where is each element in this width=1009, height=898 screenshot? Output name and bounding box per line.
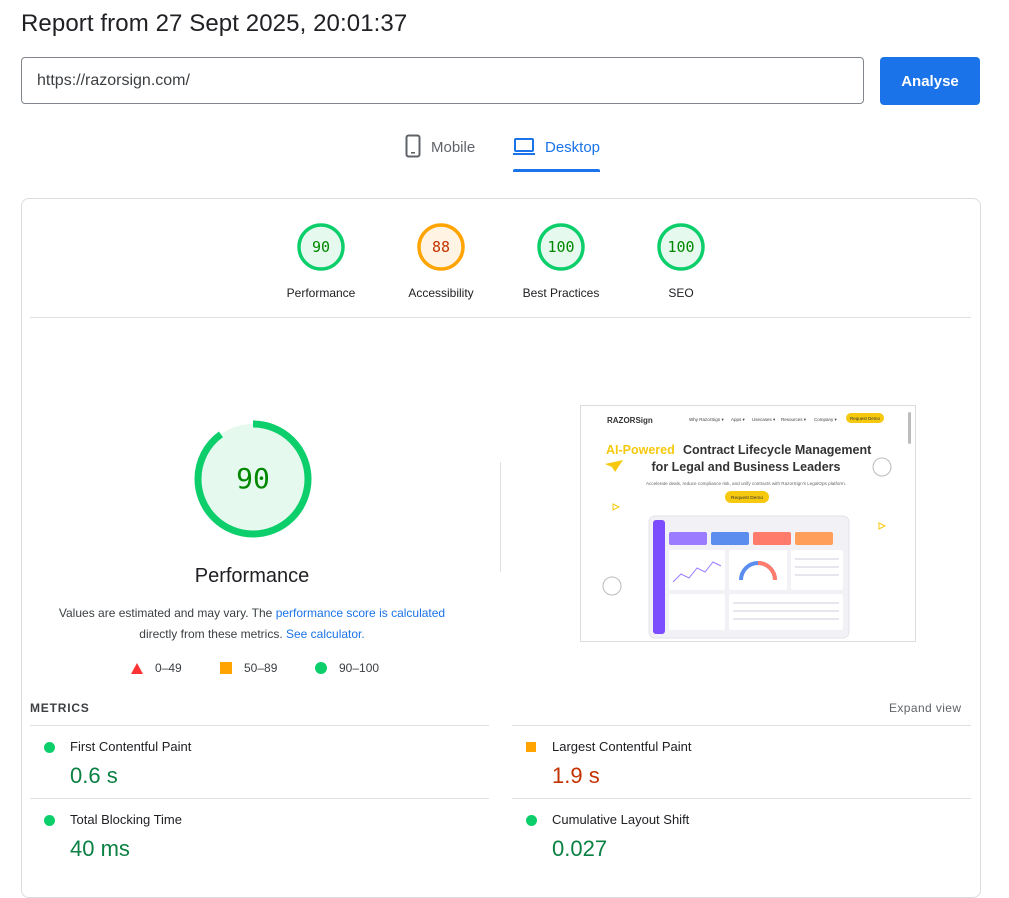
- metric-tbt: Total Blocking Time 40 ms: [30, 812, 489, 861]
- metric-value: 40 ms: [70, 836, 130, 861]
- gauge-best-practices[interactable]: 100 Best Practices: [511, 222, 611, 300]
- gauge-score: 100: [547, 238, 574, 256]
- legend-average: 50–89: [220, 661, 277, 675]
- report-title: Report from 27 Sept 2025, 20:01:37: [21, 10, 408, 37]
- gauge-ring: 100: [657, 223, 705, 271]
- score-note: Values are estimated and may vary. The p…: [52, 603, 452, 645]
- gauge-ring: 88: [417, 223, 465, 271]
- legend-fail: 0–49: [131, 661, 182, 675]
- triangle-icon: [131, 662, 143, 674]
- average-square-icon: [526, 742, 536, 752]
- metric-name: First Contentful Paint: [70, 739, 192, 754]
- metric-divider: [30, 798, 489, 799]
- gauge-ring: 100: [537, 223, 585, 271]
- screenshot-headline-2: for Legal and Business Leaders: [652, 460, 841, 474]
- square-icon: [220, 662, 232, 674]
- dashboard-sidebar: [653, 520, 665, 634]
- screenshot-logo: RAZORSign: [607, 416, 653, 425]
- metric-name: Cumulative Layout Shift: [552, 812, 690, 827]
- screenshot-nav-1: Why RazorSign ▾: [689, 417, 725, 422]
- screenshot-headline-1: Contract Lifecycle Management: [683, 443, 872, 457]
- pass-circle-icon: [44, 742, 55, 753]
- screenshot-nav-2: Apps ▾: [731, 417, 746, 422]
- gauge-score: 90: [312, 238, 330, 256]
- tab-desktop[interactable]: Desktop: [513, 134, 601, 172]
- gauge-label: Performance: [286, 286, 356, 300]
- note-text-1: Values are estimated and may vary. The: [58, 606, 273, 620]
- page-screenshot: RAZORSign Why RazorSign ▾ Apps ▾ Usecase…: [580, 405, 916, 642]
- pass-circle-icon: [526, 815, 537, 826]
- legend-label: 0–49: [155, 661, 182, 675]
- metric-value: 0.027: [552, 836, 608, 861]
- screenshot-button: Request Demo: [731, 495, 763, 501]
- section-divider: [30, 317, 971, 318]
- screenshot-canvas: RAZORSign Why RazorSign ▾ Apps ▾ Usecase…: [581, 406, 915, 641]
- gauge-label: SEO: [668, 286, 694, 300]
- metric-fcp: First Contentful Paint 0.6 s: [30, 739, 489, 794]
- performance-label-large: Performance: [194, 565, 310, 587]
- tab-mobile-label: Mobile: [431, 139, 476, 156]
- gauge-seo[interactable]: 100 SEO: [631, 222, 731, 300]
- circle-icon: [315, 662, 327, 674]
- metric-divider: [30, 725, 489, 726]
- note-text-2: directly from these metrics.: [139, 627, 283, 641]
- metric-lcp: Largest Contentful Paint 1.9 s: [512, 739, 971, 794]
- vertical-divider: [500, 462, 501, 572]
- gauge-performance[interactable]: 90 Performance: [271, 222, 371, 300]
- screenshot-subtext: Accelerate deals, reduce compliance risk…: [646, 481, 846, 486]
- tab-mobile[interactable]: Mobile: [405, 134, 475, 172]
- analyse-button[interactable]: Analyse: [880, 57, 980, 105]
- laptop-icon: [513, 134, 535, 162]
- url-input[interactable]: [21, 57, 864, 104]
- metrics-title: METRICS: [30, 701, 90, 715]
- performance-score-large: 90: [236, 462, 270, 495]
- metric-value: 0.6 s: [70, 763, 118, 788]
- expand-view-button[interactable]: Expand view: [889, 701, 961, 715]
- gauge-label: Best Practices: [522, 286, 600, 300]
- screenshot-cta: Request Demo: [850, 416, 881, 421]
- gauge-score: 100: [667, 238, 694, 256]
- gauge-label: Accessibility: [408, 286, 474, 300]
- gauge-ring: 90: [297, 223, 345, 271]
- metric-cls: Cumulative Layout Shift 0.027: [512, 812, 971, 861]
- phone-icon: [405, 134, 421, 162]
- screenshot-nav-5: Company ▾: [814, 417, 838, 422]
- legend-label: 50–89: [244, 661, 278, 675]
- metric-name: Largest Contentful Paint: [552, 739, 692, 754]
- tab-desktop-label: Desktop: [545, 139, 601, 156]
- performance-gauge-large: 90: [194, 420, 312, 538]
- screenshot-headline-accent: AI-Powered: [606, 443, 675, 457]
- gauge-accessibility[interactable]: 88 Accessibility: [391, 222, 491, 300]
- legend-label: 90–100: [339, 661, 380, 675]
- screenshot-scrollbar: [908, 412, 911, 444]
- gauge-score: 88: [432, 238, 450, 256]
- metric-divider: [512, 798, 971, 799]
- performance-score-link[interactable]: performance score is calculated: [276, 606, 445, 620]
- screenshot-nav-3: Usecases ▾: [752, 417, 776, 422]
- calculator-link[interactable]: See calculator.: [286, 627, 365, 641]
- screenshot-nav-4: Resources ▾: [781, 417, 807, 422]
- metric-name: Total Blocking Time: [70, 812, 182, 827]
- metric-value: 1.9 s: [552, 763, 600, 788]
- pass-circle-icon: [44, 815, 55, 826]
- metric-divider: [512, 725, 971, 726]
- legend-pass: 90–100: [315, 661, 379, 675]
